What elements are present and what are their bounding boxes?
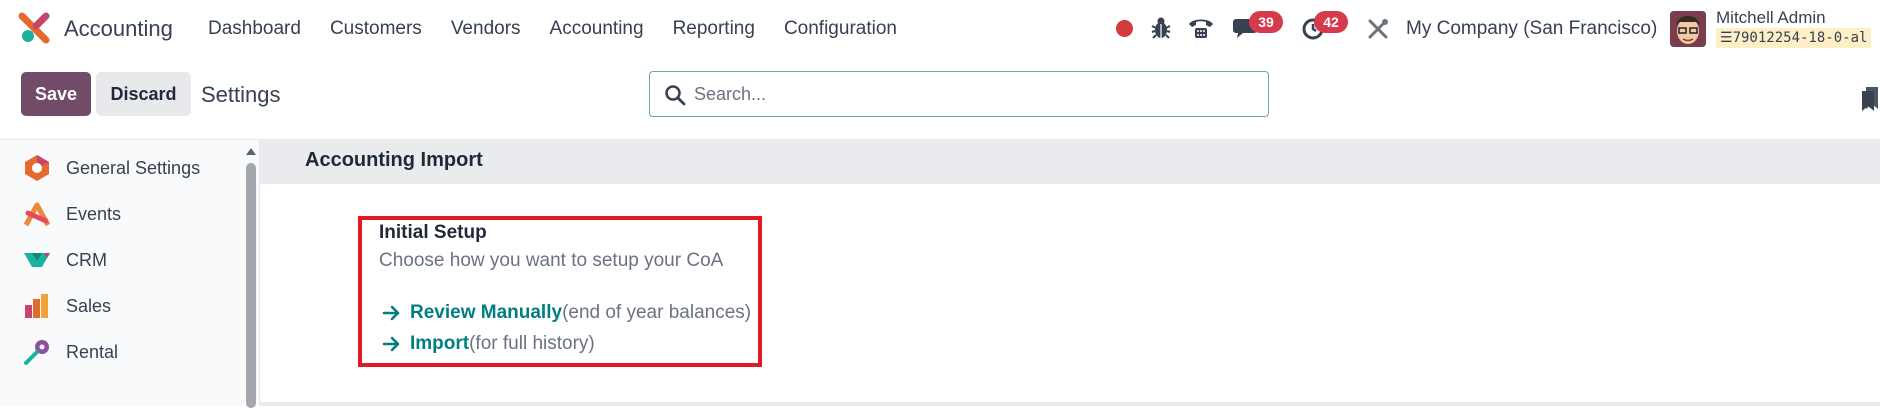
avatar[interactable] [1670, 11, 1706, 47]
recording-dot-icon[interactable] [1116, 20, 1133, 37]
scroll-up-arrow-icon[interactable] [245, 145, 257, 157]
sidebar-item-label: Sales [66, 295, 112, 316]
main-menu: Dashboard Customers Vendors Accounting R… [208, 18, 926, 40]
arrow-right-icon [382, 336, 400, 352]
sidebar-item-label: General Settings [66, 157, 201, 178]
search-input[interactable] [694, 72, 1254, 116]
activities-badge[interactable]: 42 [1314, 11, 1348, 33]
database-badge: ☰79012254-18-0-al [1716, 28, 1872, 48]
general-settings-icon [25, 155, 49, 181]
sidebar-item-crm[interactable]: CRM [0, 237, 245, 283]
messages-badge[interactable]: 39 [1249, 11, 1283, 33]
menu-customers[interactable]: Customers [330, 18, 422, 40]
app-logo-icon[interactable] [18, 12, 50, 44]
import-row: Import (for full history) [382, 333, 595, 355]
tools-icon[interactable] [1366, 17, 1390, 41]
section-divider [260, 402, 1880, 406]
review-manually-row: Review Manually (end of year balances) [382, 302, 751, 324]
search-icon [665, 85, 686, 106]
menu-dashboard[interactable]: Dashboard [208, 18, 301, 40]
setting-description: Choose how you want to setup your CoA [379, 250, 724, 271]
menu-accounting[interactable]: Accounting [550, 18, 644, 40]
sidebar-item-label: Rental [66, 341, 119, 362]
sidebar-item-label: CRM [66, 249, 107, 270]
rental-icon [24, 340, 49, 365]
crm-icon [24, 253, 50, 267]
review-manually-link[interactable]: Review Manually [410, 302, 562, 324]
sidebar-scrollbar[interactable] [245, 145, 257, 408]
breadcrumb: Settings [201, 82, 281, 107]
sidebar-item-label: Events [66, 203, 122, 224]
phone-icon[interactable] [1187, 16, 1215, 40]
avatar-face-icon [1670, 11, 1706, 47]
database-name: 79012254-18-0-al [1732, 30, 1868, 46]
top-navbar: Accounting Dashboard Customers Vendors A… [0, 0, 1880, 58]
database-icon: ☰ [1720, 30, 1733, 46]
import-note: (for full history) [469, 333, 595, 354]
company-switcher[interactable]: My Company (San Francisco) [1406, 18, 1657, 40]
sales-icon [25, 294, 48, 318]
app-name[interactable]: Accounting [64, 16, 173, 42]
setting-title: Initial Setup [379, 222, 487, 243]
sidebar-item-events[interactable]: Events [0, 191, 245, 237]
user-name[interactable]: Mitchell Admin [1716, 8, 1826, 28]
sidebar-item-rental[interactable]: Rental [0, 329, 245, 375]
section-header: Accounting Import [260, 140, 1880, 184]
menu-vendors[interactable]: Vendors [451, 18, 521, 40]
menu-configuration[interactable]: Configuration [784, 18, 897, 40]
menu-reporting[interactable]: Reporting [673, 18, 755, 40]
control-panel: Save Discard Settings [0, 58, 1880, 140]
save-button[interactable]: Save [21, 72, 91, 116]
import-link[interactable]: Import [410, 333, 469, 355]
settings-sidebar: General Settings Events CRM Sales Rental [0, 140, 260, 406]
bug-icon[interactable] [1150, 16, 1172, 40]
events-icon [23, 202, 51, 227]
sidebar-item-general-settings[interactable]: General Settings [0, 145, 245, 191]
bookmark-icon[interactable] [1860, 85, 1880, 111]
section-title: Accounting Import [305, 149, 483, 171]
discard-button[interactable]: Discard [96, 72, 191, 116]
scroll-thumb[interactable] [246, 163, 256, 408]
review-manually-note: (end of year balances) [562, 302, 752, 323]
arrow-right-icon [382, 305, 400, 321]
search-bar[interactable] [649, 71, 1269, 117]
sidebar-item-sales[interactable]: Sales [0, 283, 245, 329]
